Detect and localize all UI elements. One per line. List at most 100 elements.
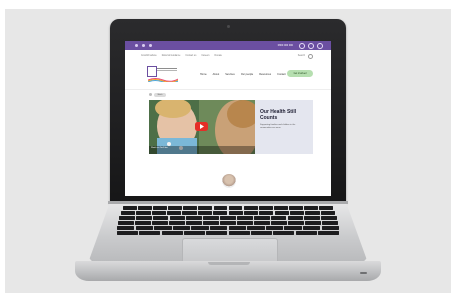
video-thumbnail (149, 100, 255, 154)
utility-link[interactable]: Referral Guidance (162, 55, 181, 57)
site-top-bar: 0800 000 000 (125, 41, 331, 50)
keyboard-key (191, 226, 209, 230)
nav-item[interactable]: Home (200, 73, 207, 76)
search-label: Search (297, 55, 305, 57)
keyboard-key (250, 231, 273, 235)
nav-item[interactable]: About (213, 73, 220, 76)
site-logo[interactable] (147, 66, 178, 84)
keyboard-key (153, 206, 168, 210)
phone-number[interactable]: 0800 000 000 (278, 44, 293, 47)
search-icon[interactable] (308, 53, 313, 59)
keyboard-key (138, 206, 152, 210)
keyboard-key (273, 206, 288, 210)
keyboard-key (154, 226, 172, 230)
logo-wordmark (157, 68, 177, 69)
utility-bar: Covid19 advice Referral Guidance Contact… (125, 53, 331, 59)
keyboard-key (135, 216, 152, 220)
keyboard-key (304, 216, 321, 220)
keyboard-key (183, 231, 206, 235)
keyboard-key (228, 206, 243, 210)
keyboard-key (228, 211, 243, 215)
laptop-hinge (108, 201, 348, 204)
keyboard-key (288, 206, 303, 210)
accessibility-icon[interactable] (149, 44, 152, 47)
utility-link[interactable]: Contact us (185, 55, 196, 57)
keyboard-key (136, 211, 151, 215)
keyboard-key (258, 206, 273, 210)
keyboard-key (161, 231, 183, 235)
video-player[interactable]: Watch on YouTube (149, 100, 255, 154)
keyboard-key (247, 226, 265, 230)
utility-link[interactable]: Donate (215, 55, 222, 57)
keyboard-key (243, 211, 259, 215)
keyboard-key (203, 221, 219, 225)
keyboard-key (197, 211, 212, 215)
keyboard-key (172, 226, 191, 230)
keyboard-key (152, 221, 168, 225)
keyboard-key (220, 221, 236, 225)
status-led (360, 272, 367, 274)
keyboard (117, 206, 339, 236)
keyboard-key (228, 231, 250, 235)
utility-link[interactable]: Covid19 advice (141, 55, 157, 57)
nav-item[interactable]: Our people (241, 73, 253, 76)
keyboard-key (287, 216, 304, 220)
social-icon[interactable] (135, 44, 138, 47)
nav-item[interactable]: Contact (277, 73, 286, 76)
keyboard-key (265, 226, 284, 230)
keyboard-key (253, 216, 270, 220)
keyboard-key (303, 226, 321, 230)
keyboard-key (198, 206, 213, 210)
keyboard-key (206, 231, 228, 235)
keyboard-key (118, 221, 134, 225)
keyboard-key (319, 206, 333, 210)
video-caption: Watch on YouTube (151, 147, 168, 149)
keyboard-key (321, 216, 337, 220)
laptop-lid: 0800 000 000 Covid19 advice Referral Gui… (110, 19, 346, 205)
keyboard-key (121, 211, 136, 215)
keyboard-key (305, 211, 320, 215)
keyboard-key (186, 216, 203, 220)
avatar (222, 174, 236, 188)
search-control[interactable]: Search (297, 53, 313, 59)
keyboard-key (317, 231, 339, 235)
cta-button[interactable]: Get involved (287, 70, 313, 77)
keyboard-key (213, 206, 228, 210)
main-header: Home About Services Our people Resources… (125, 63, 331, 90)
account-icon[interactable] (299, 42, 305, 49)
keyboard-key (203, 216, 219, 220)
logo-rainbow-wave (148, 78, 178, 82)
tag-icon (149, 93, 152, 97)
keyboard-key (169, 221, 185, 225)
main-navigation: Home About Services Our people Resources… (200, 73, 286, 76)
keyboard-key (270, 216, 287, 220)
keyboard-key (135, 226, 153, 230)
keyboard-key (152, 216, 169, 220)
keyboard-key (271, 221, 287, 225)
keyboard-key (259, 211, 274, 215)
social-icon[interactable] (142, 44, 145, 47)
feature-badge[interactable]: Watch (154, 93, 166, 97)
keyboard-key (228, 226, 246, 230)
logo-mark (147, 66, 157, 77)
feature-panel: Watch on YouTube Our Health Still Counts… (149, 100, 313, 154)
keyboard-key (210, 226, 228, 230)
menu-icon[interactable] (317, 42, 323, 49)
nav-item[interactable]: Resources (259, 73, 271, 76)
cart-icon[interactable] (308, 42, 314, 49)
keyboard-key (321, 226, 339, 230)
keyboard-key (167, 211, 182, 215)
keyboard-key (169, 216, 186, 220)
keyboard-key (254, 221, 270, 225)
keyboard-key (243, 206, 258, 210)
nav-item[interactable]: Services (225, 73, 235, 76)
keyboard-key (284, 226, 302, 230)
feature-text: Supporting families and children in the … (260, 124, 296, 129)
keyboard-key (119, 216, 135, 220)
keyboard-key (168, 206, 183, 210)
webcam (227, 25, 230, 28)
utility-link[interactable]: Careers (201, 55, 209, 57)
keyboard-key (117, 226, 135, 230)
keyboard-key (151, 211, 166, 215)
keyboard-key (186, 221, 202, 225)
